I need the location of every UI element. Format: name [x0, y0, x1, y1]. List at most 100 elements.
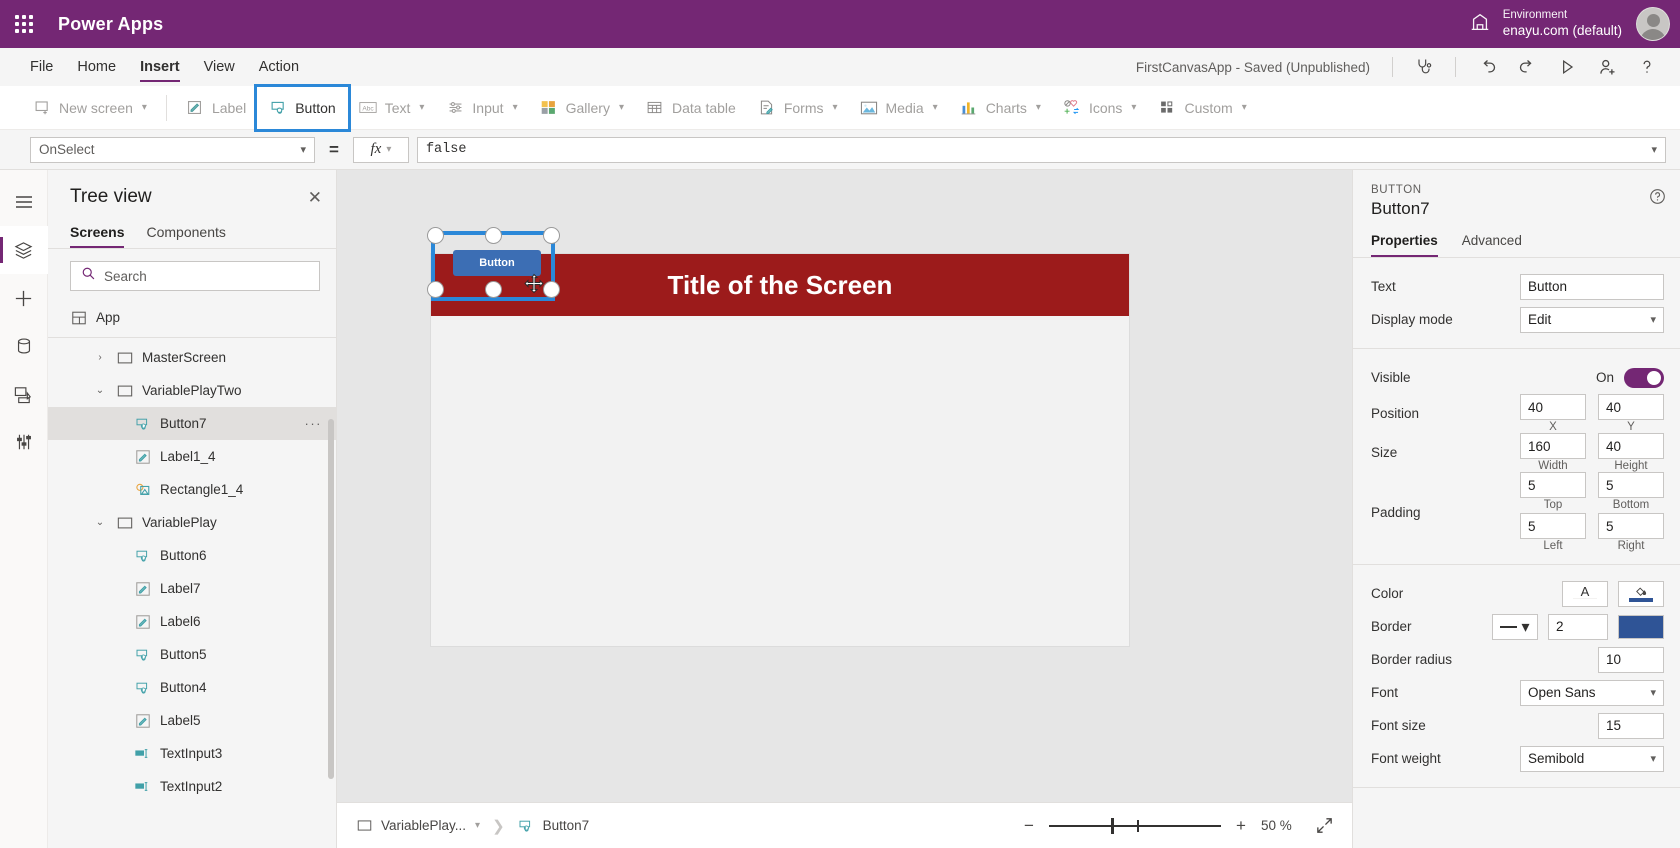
- formula-input[interactable]: false ▾: [416, 136, 1666, 163]
- border-color-swatch[interactable]: [1618, 614, 1664, 639]
- resize-handle-bottom-center[interactable]: [484, 280, 502, 298]
- app-launcher-icon[interactable]: [0, 0, 48, 48]
- chevron-down-icon[interactable]: ▾: [1651, 143, 1657, 156]
- text-field[interactable]: Button: [1520, 273, 1664, 300]
- chevron-right-icon[interactable]: ›: [92, 352, 108, 363]
- fill-bucket-icon[interactable]: [1618, 580, 1664, 607]
- search-input[interactable]: Search: [70, 261, 320, 291]
- resize-handle-bottom-left[interactable]: [426, 280, 444, 298]
- tree-view-icon[interactable]: [0, 226, 48, 274]
- resize-handle-top-center[interactable]: [484, 226, 502, 244]
- tree-item-button6[interactable]: Button6: [48, 539, 336, 572]
- position-y-field[interactable]: 40: [1598, 394, 1664, 420]
- ribbon-button[interactable]: Button: [254, 83, 351, 132]
- tree-item-label5[interactable]: Label5: [48, 704, 336, 737]
- help-circle-icon[interactable]: [1649, 188, 1666, 210]
- share-user-icon[interactable]: [1588, 50, 1626, 84]
- ribbon-data-table[interactable]: Data table: [635, 90, 747, 126]
- visible-toggle[interactable]: [1624, 367, 1664, 388]
- ribbon-forms[interactable]: Forms ▾: [747, 90, 849, 126]
- zoom-out-button[interactable]: −: [1021, 817, 1037, 834]
- breadcrumb-screen[interactable]: VariablePlay... ▾: [355, 817, 480, 835]
- padding-top-field[interactable]: 5: [1520, 472, 1586, 498]
- close-icon[interactable]: ✕: [308, 189, 322, 206]
- ribbon-custom[interactable]: Custom ▾: [1147, 90, 1257, 126]
- ribbon-gallery[interactable]: Gallery ▾: [529, 90, 635, 126]
- padding-right-field[interactable]: 5: [1598, 513, 1664, 539]
- advanced-tools-icon[interactable]: [0, 418, 48, 466]
- tree-scrollbar[interactable]: [328, 419, 334, 779]
- padding-bottom-field[interactable]: 5: [1598, 472, 1664, 498]
- hamburger-menu-icon[interactable]: [0, 178, 48, 226]
- tree-item-app[interactable]: App: [48, 301, 336, 334]
- size-height-field[interactable]: 40: [1598, 433, 1664, 459]
- tree-item-variableplaytwo[interactable]: ⌄ VariablePlayTwo: [48, 374, 336, 407]
- data-sources-icon[interactable]: [0, 322, 48, 370]
- avatar[interactable]: [1636, 7, 1670, 41]
- border-style-select[interactable]: ▾: [1492, 613, 1538, 640]
- position-x-field[interactable]: 40: [1520, 394, 1586, 420]
- font-color-icon[interactable]: A: [1562, 580, 1608, 607]
- resize-handle-top-right[interactable]: [542, 226, 560, 244]
- font-select[interactable]: Open Sans ▾: [1520, 679, 1664, 706]
- zoom-in-button[interactable]: +: [1233, 817, 1249, 834]
- tree-item-button7[interactable]: Button7 ···: [48, 407, 336, 440]
- zoom-slider[interactable]: [1049, 817, 1221, 834]
- menu-item-insert[interactable]: Insert: [128, 48, 192, 86]
- padding-left-field[interactable]: 5: [1520, 513, 1586, 539]
- menu-item-file[interactable]: File: [18, 48, 65, 86]
- media-library-icon[interactable]: [0, 370, 48, 418]
- ribbon-input[interactable]: Input ▾: [435, 90, 528, 126]
- font-weight-select[interactable]: Semibold ▾: [1520, 745, 1664, 772]
- chevron-down-icon[interactable]: ⌄: [92, 385, 108, 396]
- tree-item-button4[interactable]: Button4: [48, 671, 336, 704]
- size-width-field[interactable]: 160: [1520, 433, 1586, 459]
- tab-components[interactable]: Components: [146, 224, 225, 248]
- resize-handle-top-left[interactable]: [426, 226, 444, 244]
- tree-item-button5[interactable]: Button5: [48, 638, 336, 671]
- display-mode-select[interactable]: Edit ▾: [1520, 306, 1664, 333]
- ribbon-charts[interactable]: Charts ▾: [949, 90, 1052, 126]
- app-screen-surface[interactable]: Title of the Screen Button: [426, 226, 1129, 646]
- fit-to-screen-icon[interactable]: [1315, 816, 1334, 835]
- tree-item-textinput3[interactable]: TextInput3: [48, 737, 336, 770]
- resize-handle-bottom-right[interactable]: [542, 280, 560, 298]
- tab-screens[interactable]: Screens: [70, 224, 125, 248]
- border-width-field[interactable]: 2: [1548, 613, 1608, 640]
- environment-selector[interactable]: Environment enayu.com (default): [1469, 8, 1636, 39]
- font-size-field[interactable]: 15: [1598, 712, 1664, 739]
- menu-item-view[interactable]: View: [192, 48, 247, 86]
- tree-item-label6[interactable]: Label6: [48, 605, 336, 638]
- tree-item-variableplay[interactable]: ⌄ VariablePlay: [48, 506, 336, 539]
- tree-item-rectangle1-4[interactable]: Rectangle1_4: [48, 473, 336, 506]
- tree-item-masterscreen[interactable]: › MasterScreen: [48, 341, 336, 374]
- ribbon-text[interactable]: Abc Text ▾: [348, 90, 436, 126]
- selected-control-frame[interactable]: Button: [426, 226, 560, 301]
- undo-icon[interactable]: [1468, 50, 1506, 84]
- menu-item-home[interactable]: Home: [65, 48, 128, 86]
- tree-item-textinput2[interactable]: TextInput2: [48, 770, 336, 803]
- chevron-down-icon[interactable]: ⌄: [92, 517, 108, 528]
- ribbon-media[interactable]: Media ▾: [849, 90, 949, 126]
- fx-toggle-button[interactable]: fx ▾: [352, 136, 409, 163]
- border-radius-field[interactable]: 10: [1598, 646, 1664, 673]
- help-icon[interactable]: [1628, 50, 1666, 84]
- app-checker-icon[interactable]: [1405, 50, 1443, 84]
- breadcrumb-control[interactable]: Button7: [517, 817, 589, 835]
- property-select[interactable]: OnSelect ▾: [30, 136, 315, 163]
- menu-item-action[interactable]: Action: [247, 48, 311, 86]
- canvas-area[interactable]: Title of the Screen Button: [337, 170, 1352, 802]
- tree-item-label1-4[interactable]: Label1_4: [48, 440, 336, 473]
- ribbon-new-screen[interactable]: New screen ▾: [22, 90, 158, 126]
- chevron-down-icon[interactable]: ▾: [475, 820, 480, 831]
- ribbon-icons[interactable]: Icons ▾: [1052, 90, 1148, 126]
- tree-item-context-menu-icon[interactable]: ···: [305, 416, 323, 431]
- zoom-slider-thumb[interactable]: [1111, 817, 1114, 834]
- tab-advanced[interactable]: Advanced: [1462, 233, 1522, 257]
- redo-icon[interactable]: [1508, 50, 1546, 84]
- preview-play-icon[interactable]: [1548, 50, 1586, 84]
- ribbon-label[interactable]: Label: [175, 90, 257, 126]
- tree-item-label7[interactable]: Label7: [48, 572, 336, 605]
- insert-plus-icon[interactable]: [0, 274, 48, 322]
- tab-properties[interactable]: Properties: [1371, 233, 1438, 257]
